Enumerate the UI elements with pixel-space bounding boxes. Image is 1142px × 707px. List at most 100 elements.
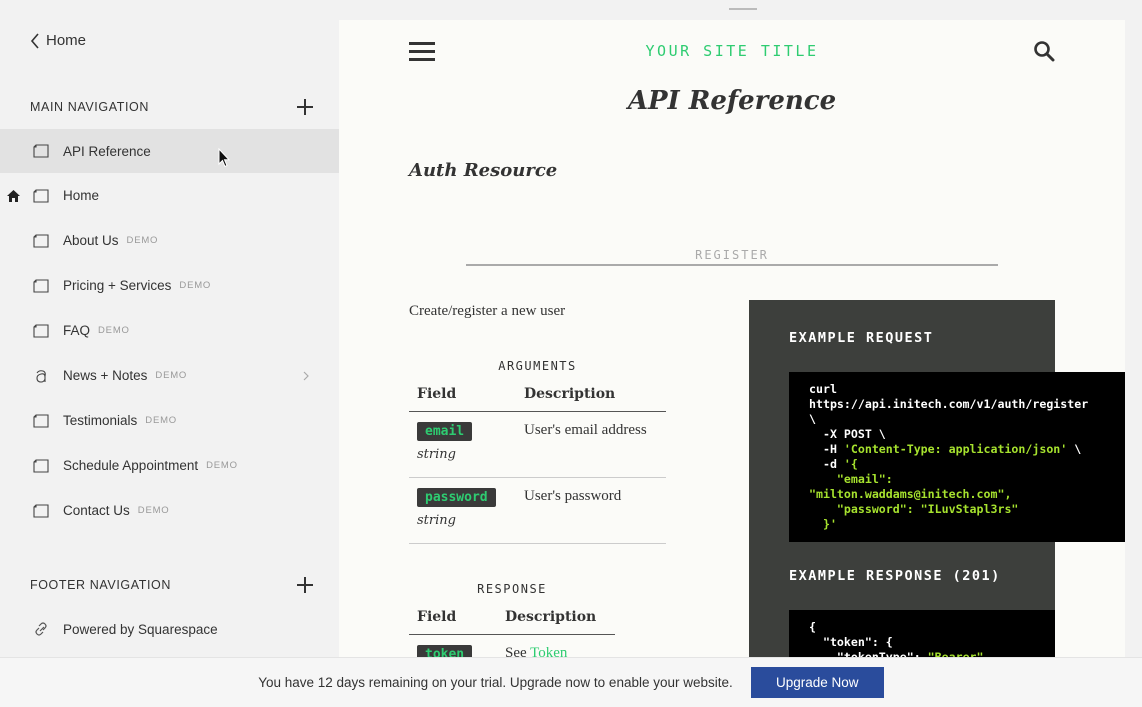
nav-item-label: Pricing + Services [63, 278, 172, 293]
chevron-left-icon [30, 32, 39, 49]
preview-drag-handle[interactable] [729, 8, 757, 10]
column-header: Field [409, 378, 516, 412]
code-text: \ [1067, 442, 1082, 456]
sidebar: Home MAIN NAVIGATION API Reference Home … [0, 0, 339, 657]
field-description: User's email address [516, 411, 666, 478]
nav-item-about-us[interactable]: About Us DEMO [0, 218, 339, 263]
column-header: Description [497, 601, 615, 635]
code-text: "tokenType": [809, 650, 928, 657]
code-text: https://api.initech.com/v1/auth/register [809, 397, 1089, 411]
field-cell: email string [409, 411, 516, 478]
code-line: "email": [809, 472, 1125, 487]
search-icon[interactable] [1033, 40, 1055, 62]
trial-banner: You have 12 days remaining on your trial… [0, 657, 1142, 707]
field-name: password [417, 487, 496, 507]
arguments-table: Field Description email string User's em… [409, 378, 666, 544]
link-icon [35, 622, 47, 636]
chevron-right-icon[interactable] [303, 371, 309, 381]
response-table: Field Description token See Token Object [409, 601, 615, 657]
page-icon [33, 323, 49, 338]
example-response-heading: EXAMPLE RESPONSE (201) [789, 568, 1001, 584]
nav-item-powered-by-squarespace[interactable]: Powered by Squarespace [0, 607, 339, 651]
nav-item-label: Home [63, 188, 100, 203]
footer-navigation-title: FOOTER NAVIGATION [30, 578, 171, 592]
nav-item-pricing-services[interactable]: Pricing + Services DEMO [0, 263, 339, 308]
page-icon [33, 413, 49, 428]
footer-navigation-header: FOOTER NAVIGATION [30, 577, 313, 593]
register-divider-label: REGISTER [695, 248, 769, 262]
app-window: Home MAIN NAVIGATION API Reference Home … [0, 0, 1142, 707]
demo-badge: DEMO [179, 280, 212, 291]
blog-icon [36, 369, 46, 383]
home-icon [7, 189, 20, 202]
code-line: -d '{ [809, 457, 1125, 472]
nav-item-api-reference[interactable]: API Reference [0, 129, 339, 173]
mouse-cursor-icon [218, 148, 230, 168]
code-line: "tokenType": "Bearer", [809, 650, 1055, 657]
nav-item-label: About Us [63, 233, 119, 248]
response-caption: RESPONSE [477, 582, 547, 596]
code-line: curl [809, 382, 1125, 397]
page-icon [33, 188, 49, 203]
code-text: "token": { [809, 635, 893, 649]
nav-item-testimonials[interactable]: Testimonials DEMO [0, 398, 339, 443]
example-request-code: curl https://api.initech.com/v1/auth/regi… [789, 372, 1125, 542]
code-text: -H [809, 442, 844, 456]
field-description: See Token Object [497, 634, 615, 657]
nav-item-label: Powered by Squarespace [63, 621, 218, 637]
nav-item-schedule-appointment[interactable]: Schedule Appointment DEMO [0, 443, 339, 488]
section-title: Auth Resource [409, 160, 558, 181]
nav-item-label: News + Notes [63, 368, 148, 383]
code-text: -X POST \ [809, 427, 886, 441]
code-string: }' [809, 517, 837, 531]
field-description: User's password [516, 477, 666, 544]
nav-item-label: Contact Us [63, 503, 130, 518]
demo-badge: DEMO [155, 370, 188, 381]
back-home-label: Home [46, 32, 87, 49]
code-string: "email": [809, 472, 893, 486]
page-icon [33, 458, 49, 473]
nav-item-news-notes[interactable]: News + Notes DEMO [0, 353, 339, 398]
demo-badge: DEMO [98, 325, 130, 336]
site-title[interactable]: YOUR SITE TITLE [339, 42, 1125, 60]
code-line: -X POST \ [809, 427, 1125, 442]
main-navigation-header: MAIN NAVIGATION [30, 99, 313, 115]
add-main-nav-item-button[interactable] [297, 99, 313, 115]
example-request-heading: EXAMPLE REQUEST [789, 330, 934, 346]
code-line: -H 'Content-Type: application/json' \ [809, 442, 1125, 457]
field-cell: token [409, 634, 497, 657]
trial-message: You have 12 days remaining on your trial… [258, 675, 733, 690]
nav-item-contact-us[interactable]: Contact Us DEMO [0, 488, 339, 533]
table-row: password string User's password [409, 477, 666, 544]
demo-badge: DEMO [137, 505, 170, 516]
page-title: API Reference [627, 86, 837, 116]
demo-badge: DEMO [206, 460, 238, 471]
page-icon [33, 278, 49, 293]
code-line: { [809, 620, 1055, 635]
code-line: \ [809, 412, 1125, 427]
code-line: "token": { [809, 635, 1055, 650]
nav-item-home[interactable]: Home [0, 173, 339, 218]
add-footer-nav-item-button[interactable] [297, 577, 313, 593]
nav-item-faq[interactable]: FAQ DEMO [0, 308, 339, 353]
code-text: \ [809, 412, 816, 426]
nav-item-label: Schedule Appointment [63, 458, 199, 473]
code-string: "Bearer", [927, 650, 991, 657]
code-text: { [809, 620, 816, 634]
main-navigation-list: API Reference Home About Us DEMO Pricing… [0, 129, 339, 533]
nav-item-label: Testimonials [63, 413, 138, 428]
code-text: -d [809, 457, 844, 471]
upgrade-now-button[interactable]: Upgrade Now [750, 667, 884, 698]
arguments-caption: ARGUMENTS [498, 359, 577, 373]
back-home-link[interactable]: Home [30, 32, 86, 49]
code-string: "milton.waddams@initech.com", [809, 487, 1012, 501]
field-name: email [417, 421, 473, 441]
nav-item-label: FAQ [63, 323, 91, 338]
table-row: token See Token Object [409, 634, 615, 657]
code-string: "password": "ILuvStapl3rs" [809, 502, 1019, 516]
demo-badge: DEMO [126, 235, 159, 246]
field-name: token [417, 644, 473, 657]
site-preview: YOUR SITE TITLE API Reference Auth Resou… [339, 20, 1125, 657]
code-text: curl [809, 382, 837, 396]
demo-badge: DEMO [145, 415, 177, 426]
